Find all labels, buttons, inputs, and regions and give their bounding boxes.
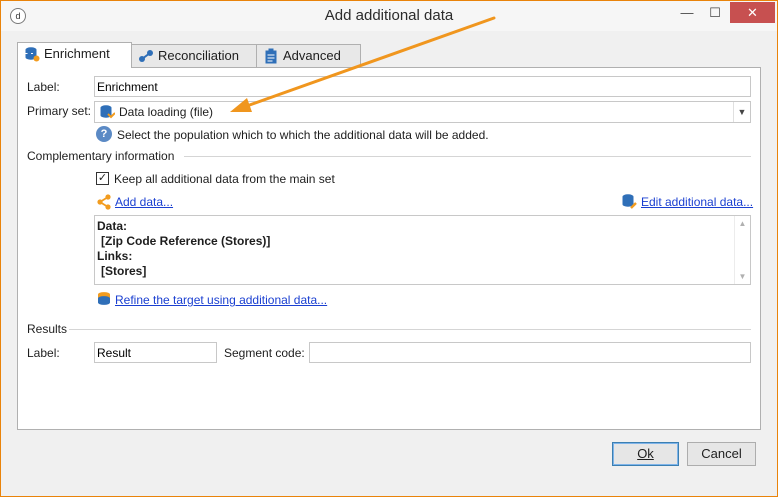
cancel-button[interactable]: Cancel [687, 442, 756, 466]
refine-target-link[interactable]: Refine the target using additional data.… [115, 293, 327, 307]
label-caption: Label: [27, 80, 60, 94]
tab-enrichment[interactable]: Enrichment [17, 42, 132, 68]
database-star-icon [25, 47, 40, 62]
dialog-window: d Add additional data — ☐ ✕ Enrichment R… [0, 0, 778, 497]
share-nodes-icon [97, 194, 111, 210]
keep-all-label: Keep all additional data from the main s… [114, 172, 335, 186]
close-icon[interactable]: ✕ [730, 2, 775, 23]
segment-code-caption: Segment code: [224, 346, 305, 360]
section-divider [184, 156, 751, 157]
tab-reconciliation[interactable]: Reconciliation [131, 44, 257, 67]
summary-line: Links: [97, 249, 133, 263]
scroll-up-icon[interactable]: ▲ [735, 216, 750, 231]
segment-code-input[interactable] [309, 342, 751, 363]
title-bar[interactable]: d Add additional data — ☐ ✕ [1, 1, 777, 31]
enrichment-panel: Label: Primary set: Data loading (file) … [17, 67, 761, 430]
vertical-scrollbar[interactable]: ▲ ▼ [734, 216, 750, 284]
ok-button[interactable]: Ok [612, 442, 679, 466]
tab-label: Advanced [283, 48, 341, 63]
help-icon: ? [96, 126, 112, 142]
tab-advanced[interactable]: Advanced [256, 44, 361, 67]
minimize-icon[interactable]: — [674, 2, 700, 23]
clipboard-icon [265, 48, 277, 64]
link-nodes-icon [139, 50, 153, 62]
additional-data-summary[interactable]: Data: [Zip Code Reference (Stores)] Link… [94, 215, 751, 285]
label-input[interactable] [94, 76, 751, 97]
primary-set-value: Data loading (file) [119, 105, 214, 119]
complementary-section-title: Complementary information [27, 149, 175, 163]
refine-database-icon [98, 292, 110, 305]
summary-line: [Stores] [101, 264, 147, 278]
add-data-link[interactable]: Add data... [115, 195, 173, 209]
keep-all-checkbox[interactable]: ✓ [96, 172, 109, 185]
primary-set-caption: Primary set: [27, 104, 92, 118]
summary-line: Data: [97, 219, 128, 233]
scroll-down-icon[interactable]: ▼ [735, 269, 750, 284]
primary-set-select[interactable]: Data loading (file) ▼ [94, 101, 751, 123]
tab-label: Enrichment [44, 46, 110, 61]
section-divider [69, 329, 751, 330]
ok-button-label: Ok [637, 446, 654, 461]
result-label-caption: Label: [27, 346, 60, 360]
window-title: Add additional data [324, 7, 454, 24]
data-loading-icon [100, 105, 115, 119]
help-text: Select the population which to which the… [117, 128, 489, 142]
maximize-icon[interactable]: ☐ [702, 2, 728, 23]
result-label-input[interactable] [94, 342, 217, 363]
tab-label: Reconciliation [158, 48, 239, 63]
summary-line: [Zip Code Reference (Stores)] [101, 234, 271, 248]
edit-database-icon [622, 194, 637, 209]
chevron-down-icon[interactable]: ▼ [733, 102, 750, 122]
results-section-title: Results [27, 322, 68, 336]
edit-additional-data-link[interactable]: Edit additional data... [641, 195, 753, 209]
